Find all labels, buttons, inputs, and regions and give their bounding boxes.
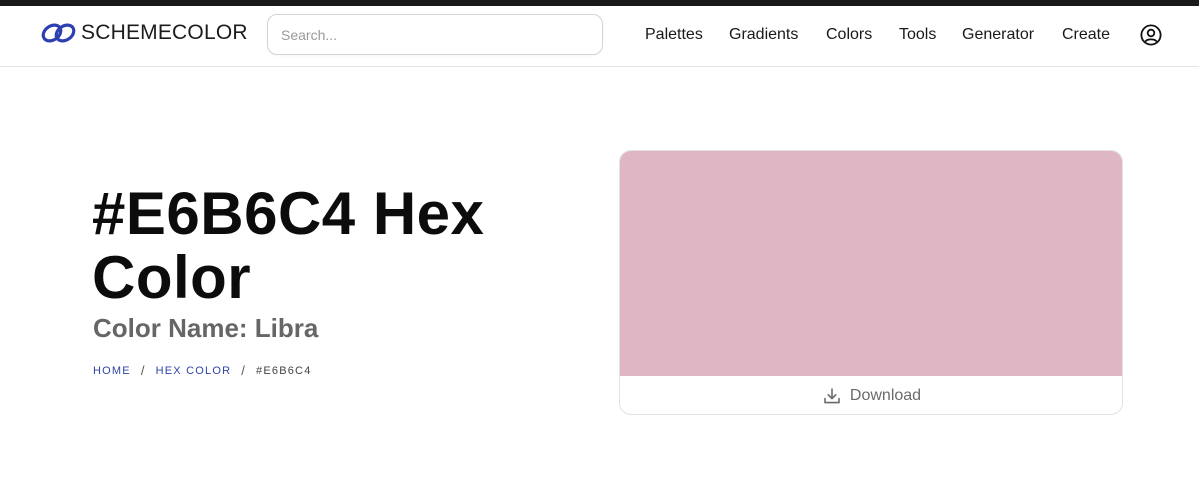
color-swatch xyxy=(620,151,1122,376)
nav-colors[interactable]: Colors xyxy=(826,6,872,64)
breadcrumb-separator: / xyxy=(241,363,247,378)
download-label: Download xyxy=(849,387,922,404)
site-logo[interactable]: SCHEMECOLOR xyxy=(40,21,248,45)
nav-create[interactable]: Create xyxy=(1062,6,1110,64)
nav-gradients[interactable]: Gradients xyxy=(729,6,798,64)
logo-text: SCHEMECOLOR xyxy=(81,21,248,44)
nav-tools[interactable]: Tools xyxy=(899,6,936,64)
search-input[interactable] xyxy=(267,14,603,55)
page-title: #E6B6C4 Hex Color xyxy=(92,180,485,311)
breadcrumb-home[interactable]: HOME xyxy=(93,365,131,377)
breadcrumb: HOME / HEX COLOR / #E6B6C4 xyxy=(93,363,312,378)
user-circle-icon[interactable] xyxy=(1140,24,1162,46)
color-name: Color Name: Libra xyxy=(93,313,319,343)
color-preview-card: Download xyxy=(619,150,1123,415)
breadcrumb-separator: / xyxy=(140,363,146,378)
nav-generator[interactable]: Generator xyxy=(962,6,1034,64)
download-button[interactable]: Download xyxy=(620,376,1122,414)
site-header: SCHEMECOLOR Palettes Gradients Colors To… xyxy=(0,6,1199,67)
breadcrumb-current: #E6B6C4 xyxy=(256,364,312,377)
infinity-rings-icon xyxy=(41,23,76,43)
nav-palettes[interactable]: Palettes xyxy=(645,6,703,64)
breadcrumb-hex-color[interactable]: HEX COLOR xyxy=(156,365,232,377)
download-icon xyxy=(824,388,840,404)
